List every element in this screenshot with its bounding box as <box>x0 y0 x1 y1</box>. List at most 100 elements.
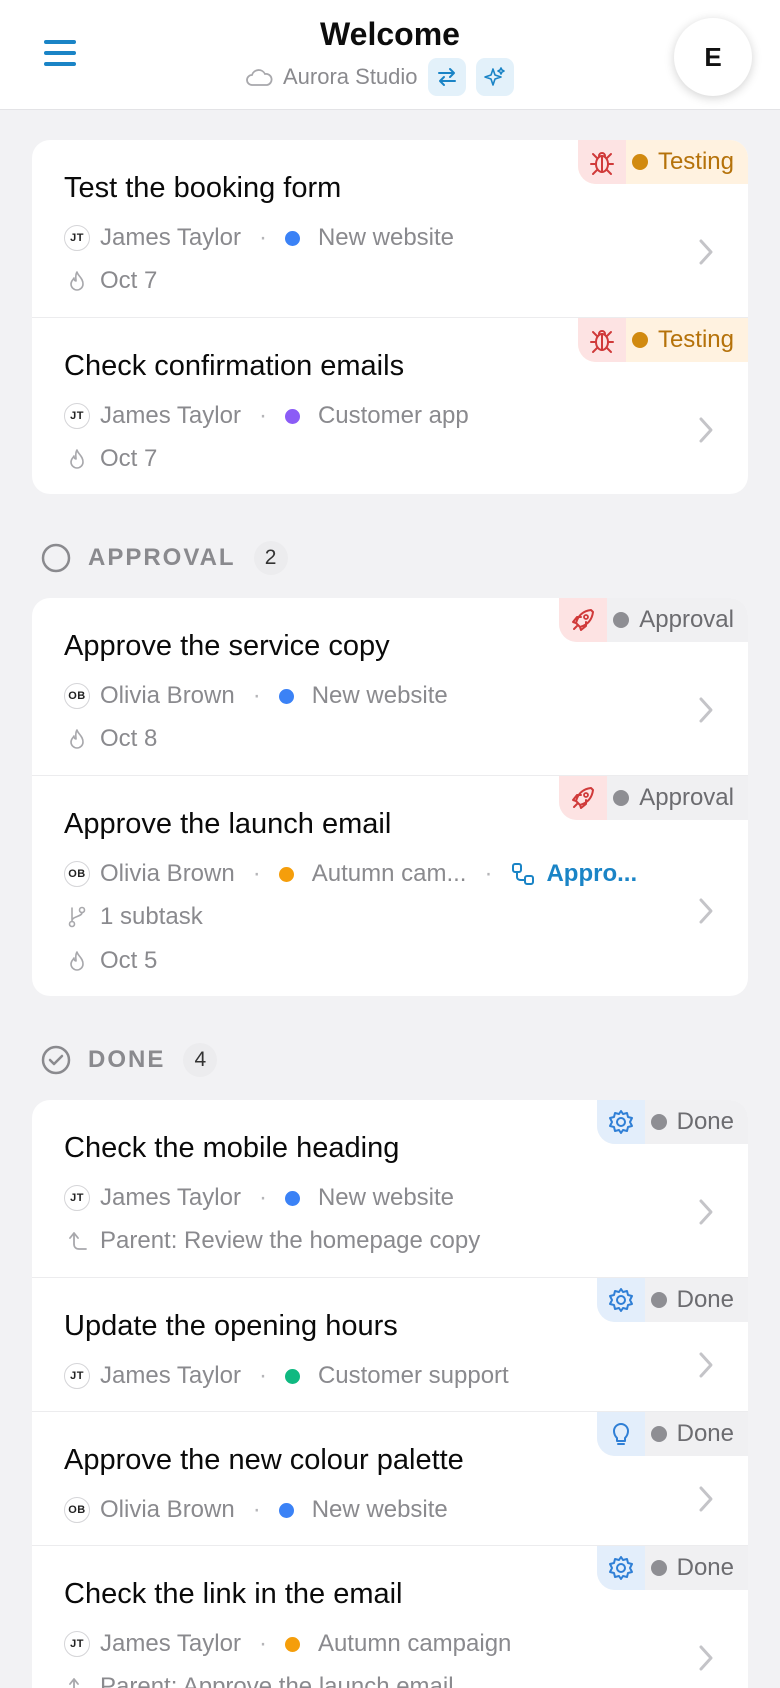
bug-icon <box>577 140 626 184</box>
status-badge: Approval <box>559 776 748 820</box>
project-name: Customer support <box>317 1362 509 1389</box>
branch-icon <box>64 904 90 930</box>
status-badge: Testing <box>577 318 748 362</box>
section-label: DONE <box>88 1046 166 1073</box>
task-meta: JT James Taylor · Autumn campaign <box>64 1627 511 1661</box>
task-title: Test the booking form <box>64 172 342 204</box>
parent-arrow-icon <box>64 1228 90 1254</box>
status-label: Approval <box>639 606 734 633</box>
cloud-icon <box>246 69 273 86</box>
project-name: Autumn cam... <box>311 860 467 887</box>
top-bar: Welcome Aurora Studio E <box>0 0 780 110</box>
task-title: Check the mobile heading <box>64 1132 400 1164</box>
assignee-name: James Taylor <box>100 1362 241 1389</box>
parent-task: Parent: Approve the launch email <box>100 1673 454 1688</box>
task-row[interactable]: Approve the service copy OB Olivia Brown… <box>32 598 748 775</box>
task-parent: Parent: Approve the launch email <box>64 1670 454 1688</box>
parent-task: Parent: Review the homepage copy <box>100 1227 481 1254</box>
project-color-dot <box>278 688 294 704</box>
rocket-icon <box>559 776 608 820</box>
flame-icon <box>64 268 90 294</box>
project-color-dot <box>284 408 300 424</box>
task-row[interactable]: Check the link in the email JT James Tay… <box>32 1545 748 1688</box>
project-color-dot <box>284 1190 300 1206</box>
chevron-right-icon <box>696 1197 716 1227</box>
section-count: 2 <box>253 541 288 575</box>
page-title: Welcome <box>320 16 460 52</box>
task-meta: JT James Taylor · Customer app <box>64 399 469 433</box>
task-title: Update the opening hours <box>64 1310 398 1342</box>
assignee-name: James Taylor <box>100 402 241 429</box>
lightbulb-icon <box>596 1412 645 1456</box>
status-label: Done <box>676 1420 734 1447</box>
status-label: Done <box>676 1554 734 1581</box>
project-color-dot <box>278 1502 294 1518</box>
subtask-count: 1 subtask <box>100 903 203 930</box>
org-switcher[interactable]: Aurora Studio <box>245 58 514 96</box>
user-avatar-button[interactable]: E <box>674 18 752 96</box>
task-title: Check confirmation emails <box>64 350 405 382</box>
parent-arrow-icon <box>64 1674 90 1688</box>
project-name: New website <box>317 1184 455 1211</box>
circle-outline-icon <box>41 543 71 573</box>
linked-task-link[interactable]: Appro... <box>510 860 637 888</box>
task-title: Check the link in the email <box>64 1578 403 1610</box>
task-meta: OB Olivia Brown · New website <box>64 679 448 713</box>
switch-org-button[interactable] <box>427 58 466 96</box>
project-color-dot <box>284 230 300 246</box>
status-label: Done <box>676 1108 734 1135</box>
task-row[interactable]: Test the booking form JT James Taylor · … <box>32 140 748 317</box>
assignee-avatar: JT <box>64 1363 90 1389</box>
assignee-name: James Taylor <box>100 1630 241 1657</box>
project-name: New website <box>317 224 455 251</box>
status-badge: Done <box>596 1278 748 1322</box>
project-color-dot <box>284 1368 300 1384</box>
assignee-name: Olivia Brown <box>100 1496 235 1523</box>
chevron-right-icon <box>696 1484 716 1514</box>
task-row[interactable]: Update the opening hours JT James Taylor… <box>32 1277 748 1411</box>
task-meta: OB Olivia Brown · Autumn cam... · Appro.… <box>64 857 637 891</box>
rocket-icon <box>559 598 608 642</box>
task-meta: OB Olivia Brown · New website <box>64 1493 448 1527</box>
due-date: Oct 7 <box>100 267 158 294</box>
assignee-name: Olivia Brown <box>100 860 235 887</box>
assignee-avatar: OB <box>64 683 90 709</box>
due-date: Oct 7 <box>100 445 158 472</box>
assignee-avatar: OB <box>64 1497 90 1523</box>
status-badge: Testing <box>577 140 748 184</box>
task-row[interactable]: Check confirmation emails JT James Taylo… <box>32 317 748 494</box>
sparkle-icon <box>483 67 505 86</box>
flame-icon <box>64 446 90 472</box>
flame-icon <box>64 948 90 974</box>
task-row[interactable]: Approve the launch email OB Olivia Brown… <box>32 775 748 996</box>
done-group-card: Check the mobile heading JT James Taylor… <box>32 1100 748 1688</box>
assignee-avatar: JT <box>64 403 90 429</box>
task-row[interactable]: Check the mobile heading JT James Taylor… <box>32 1100 748 1277</box>
section-header-approval[interactable]: APPROVAL 2 <box>40 538 288 578</box>
chevron-right-icon <box>696 415 716 445</box>
chevron-right-icon <box>696 237 716 267</box>
assignee-name: James Taylor <box>100 224 241 251</box>
project-color-dot <box>278 866 294 882</box>
gear-icon <box>596 1546 645 1590</box>
flame-icon <box>64 726 90 752</box>
task-subtasks: 1 subtask <box>64 900 203 934</box>
chevron-right-icon <box>696 695 716 725</box>
status-label: Testing <box>657 148 734 175</box>
assignee-name: Olivia Brown <box>100 682 235 709</box>
status-badge: Approval <box>559 598 748 642</box>
section-header-done[interactable]: DONE 4 <box>40 1040 218 1080</box>
project-color-dot <box>284 1636 300 1652</box>
ai-assistant-button[interactable] <box>475 58 514 96</box>
project-name: Customer app <box>317 402 469 429</box>
due-date: Oct 5 <box>100 947 158 974</box>
task-title: Approve the new colour palette <box>64 1444 464 1476</box>
task-parent: Parent: Review the homepage copy <box>64 1224 480 1258</box>
section-label: APPROVAL <box>88 544 236 571</box>
assignee-avatar: OB <box>64 861 90 887</box>
status-badge: Done <box>596 1100 748 1144</box>
chevron-right-icon <box>696 1350 716 1380</box>
task-row[interactable]: Approve the new colour palette OB Olivia… <box>32 1411 748 1545</box>
swap-arrows-icon <box>437 68 456 86</box>
assignee-avatar: JT <box>64 225 90 251</box>
